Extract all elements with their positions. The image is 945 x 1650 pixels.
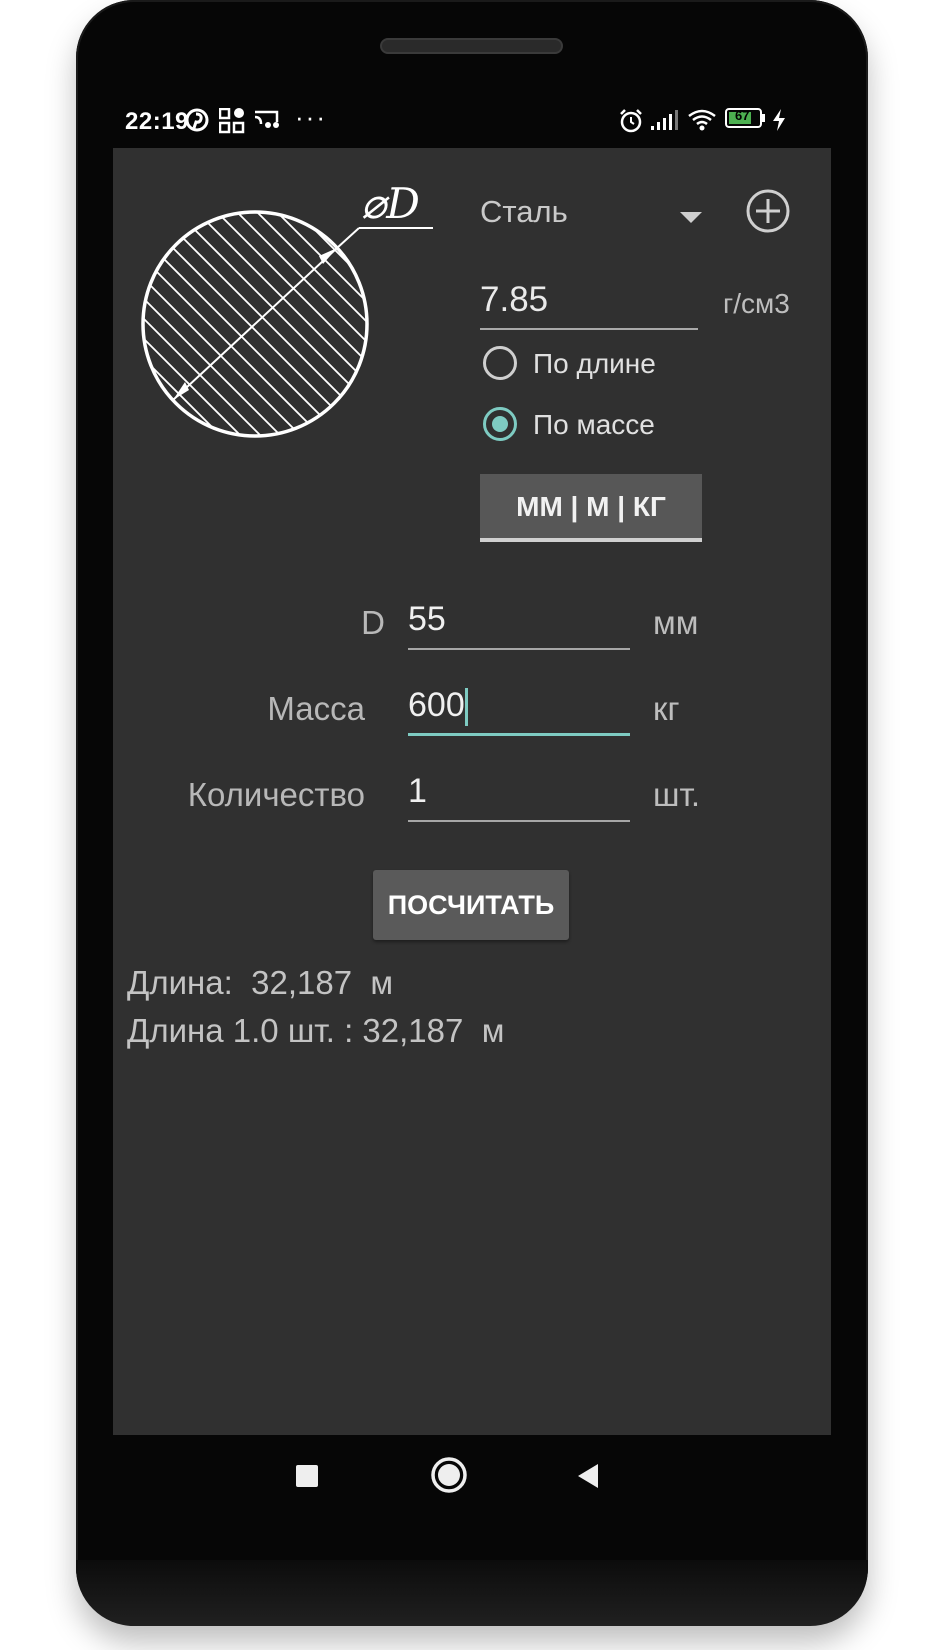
calculate-button[interactable]: ПОСЧИТАТЬ (373, 870, 569, 940)
mass-value: 600 (408, 686, 465, 724)
signal-icon (650, 108, 678, 137)
diameter-label: ⌀D (361, 179, 420, 228)
radio-label-by-mass: По массе (533, 409, 655, 440)
round-bar-drawing: ⌀D (141, 179, 433, 438)
radio-label-by-length: По длине (533, 348, 656, 379)
density-input[interactable]: 7.85 (480, 276, 698, 330)
alarm-icon (618, 108, 644, 139)
dropdown-arrow-icon (680, 212, 702, 223)
battery-level: 67 (735, 108, 750, 123)
recents-icon[interactable] (295, 1464, 319, 1493)
more-dots-icon: ··· (295, 102, 327, 132)
mass-input[interactable]: 600 (408, 684, 630, 736)
navigation-bar (113, 1435, 831, 1525)
text-caret (464, 688, 468, 726)
mass-label: Масса (267, 690, 365, 727)
quantity-label: Количество (187, 776, 365, 813)
radio-circle (483, 346, 517, 380)
back-icon[interactable] (576, 1463, 600, 1494)
quantity-unit: шт. (653, 776, 701, 813)
density-unit: г/см3 (723, 288, 790, 319)
wifi-icon (687, 108, 717, 137)
radio-circle-selected (483, 407, 517, 441)
units-toggle-button[interactable]: ММ | М | КГ (480, 474, 702, 542)
d-unit: мм (653, 604, 699, 641)
d-label: D (361, 604, 385, 641)
status-time: 22:19 (125, 108, 189, 135)
result-length: Длина: 32,187 м (127, 964, 394, 1001)
cast-icon (253, 108, 281, 137)
app-screen: ⌀D Сталь 7.85 г/см3 По длине По массе ММ… (113, 148, 831, 1435)
quantity-input[interactable]: 1 (408, 770, 630, 822)
radio-by-mass[interactable]: По массе (483, 405, 743, 449)
pinterest-icon (185, 108, 209, 137)
material-dropdown[interactable]: Сталь (480, 190, 720, 238)
result-length-per-piece: Длина 1.0 шт. : 32,187 м (127, 1012, 505, 1049)
material-selected: Сталь (480, 194, 568, 229)
plus-circle-icon (746, 189, 790, 233)
phone-chin (76, 1560, 868, 1626)
charging-icon (771, 108, 787, 137)
status-bar: 22:19 ··· 67 (113, 100, 833, 142)
add-material-button[interactable] (745, 188, 791, 234)
home-icon[interactable] (430, 1456, 468, 1499)
speaker-grille (380, 38, 563, 54)
radio-by-length[interactable]: По длине (483, 344, 743, 388)
d-input[interactable]: 55 (408, 598, 630, 650)
qr-app-icon (218, 107, 245, 139)
mass-unit: кг (653, 690, 680, 727)
